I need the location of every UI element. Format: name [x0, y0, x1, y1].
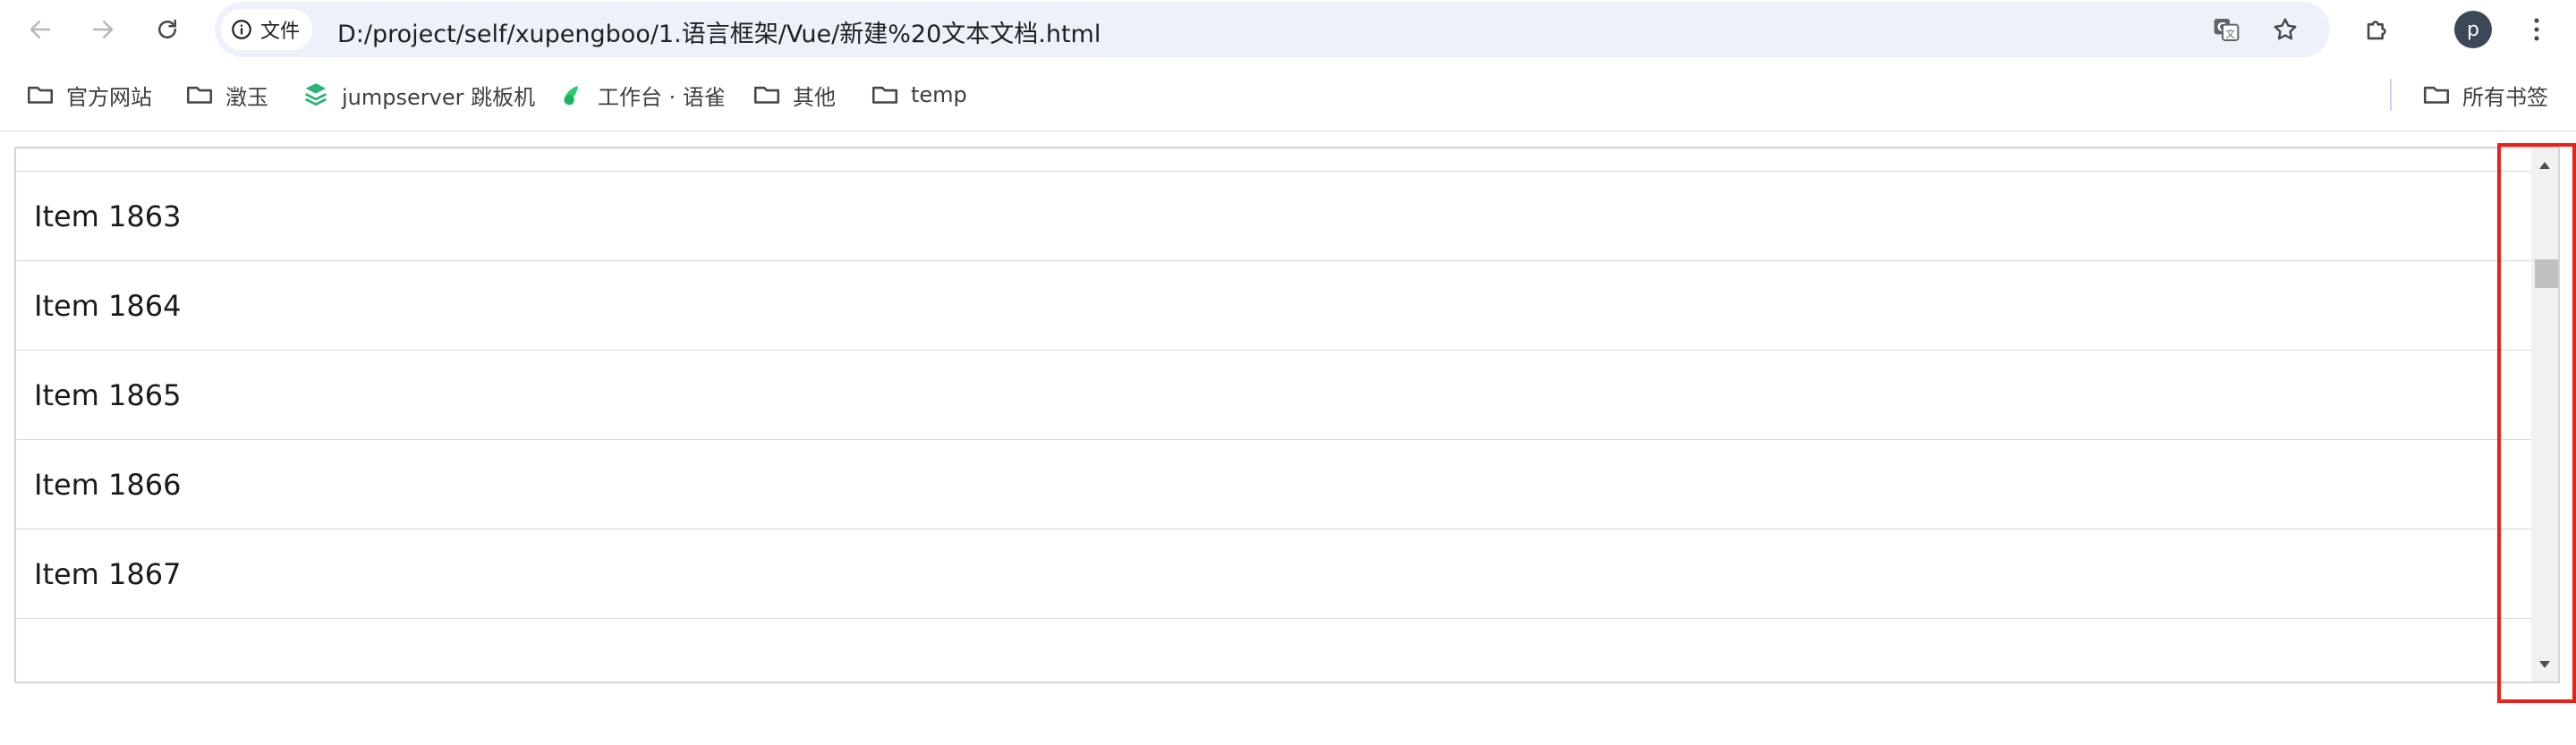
bookmark-item[interactable]: temp: [870, 77, 967, 113]
list-item-label: Item 1865: [34, 377, 182, 412]
bookmark-item[interactable]: 官方网站: [25, 77, 152, 113]
bookmark-label: 澂玉: [225, 84, 268, 110]
list-item: [16, 619, 2531, 682]
triangle-up-icon: [2539, 162, 2550, 169]
list-item: Item 1865: [16, 351, 2531, 440]
translate-button[interactable]: G 文: [2210, 13, 2242, 46]
info-icon: [232, 20, 251, 39]
bookmark-label: 官方网站: [66, 84, 152, 110]
list-item: Item 1864: [16, 261, 2531, 351]
scroll-thumb[interactable]: [2535, 259, 2558, 288]
list-rows: Item 1863 Item 1864 Item 1865 Item 1866 …: [16, 148, 2531, 682]
list-item-label: Item 1867: [34, 556, 182, 591]
puzzle-icon: [2367, 21, 2386, 40]
list-item: Item 1863: [16, 172, 2531, 261]
back-button[interactable]: [20, 9, 61, 50]
list-item-label: Item 1863: [34, 199, 182, 233]
browser-toolbar: 文件 D:/project/self/xupengboo/1.语言框架/Vue/…: [0, 0, 2576, 59]
folder-icon: [753, 86, 780, 104]
page-content: Item 1863 Item 1864 Item 1865 Item 1866 …: [0, 131, 2576, 745]
folder-icon: [186, 86, 213, 104]
bookmark-star-button[interactable]: [2269, 13, 2301, 46]
list-item: [16, 148, 2531, 172]
list-item-label: Item 1866: [34, 467, 182, 502]
bookmark-item[interactable]: 澂玉: [184, 77, 268, 113]
translate-icon: G 文: [2214, 19, 2240, 41]
scroll-up-button[interactable]: [2531, 152, 2558, 179]
folder-icon: [2423, 86, 2450, 104]
bookmark-item[interactable]: 工作台 · 语雀: [557, 77, 726, 113]
bookmarks-separator: [2390, 79, 2392, 111]
bookmark-label: 其他: [793, 84, 836, 110]
list-item: Item 1867: [16, 529, 2531, 619]
scroll-down-button[interactable]: [2531, 651, 2558, 678]
profile-avatar[interactable]: p: [2454, 11, 2492, 48]
extensions-button[interactable]: [2359, 11, 2396, 48]
virtual-list-container[interactable]: Item 1863 Item 1864 Item 1865 Item 1866 …: [14, 147, 2560, 683]
bookmark-label: jumpserver 跳板机: [342, 84, 536, 110]
browser-menu-button[interactable]: [2518, 11, 2555, 48]
all-bookmarks-button[interactable]: 所有书签: [2421, 77, 2548, 113]
bookmark-item[interactable]: 其他: [752, 77, 836, 113]
triangle-down-icon: [2539, 661, 2550, 668]
url-text[interactable]: D:/project/self/xupengboo/1.语言框架/Vue/新建%…: [337, 14, 1101, 49]
folder-icon: [27, 86, 54, 104]
jumpserver-icon: [305, 83, 327, 106]
reload-button[interactable]: [147, 9, 188, 50]
arrow-right-icon: [92, 21, 114, 38]
all-bookmarks-label: 所有书签: [2462, 84, 2548, 110]
site-info-label: 文件: [260, 21, 301, 43]
bookmarks-bar: 官方网站 澂玉 jumpserver 跳板机 工作台 · 语雀 其他 temp: [0, 59, 2576, 131]
list-item: Item 1866: [16, 440, 2531, 529]
bookmark-label: 工作台 · 语雀: [598, 84, 726, 110]
folder-icon: [871, 86, 898, 104]
list-item-label: Item 1864: [34, 288, 182, 323]
more-vertical-icon: [2534, 18, 2539, 41]
star-icon: [2274, 18, 2297, 40]
list-scrollbar[interactable]: [2531, 148, 2558, 682]
arrow-left-icon: [30, 21, 51, 38]
site-info-chip[interactable]: 文件: [221, 9, 313, 50]
yuque-icon: [564, 86, 579, 106]
bookmark-label: temp: [911, 82, 967, 107]
forward-button[interactable]: [82, 9, 123, 50]
bookmark-item[interactable]: jumpserver 跳板机: [301, 77, 535, 113]
svg-text:文: 文: [2225, 29, 2235, 40]
address-bar[interactable]: 文件 D:/project/self/xupengboo/1.语言框架/Vue/…: [215, 2, 2330, 57]
reload-icon: [158, 19, 176, 38]
